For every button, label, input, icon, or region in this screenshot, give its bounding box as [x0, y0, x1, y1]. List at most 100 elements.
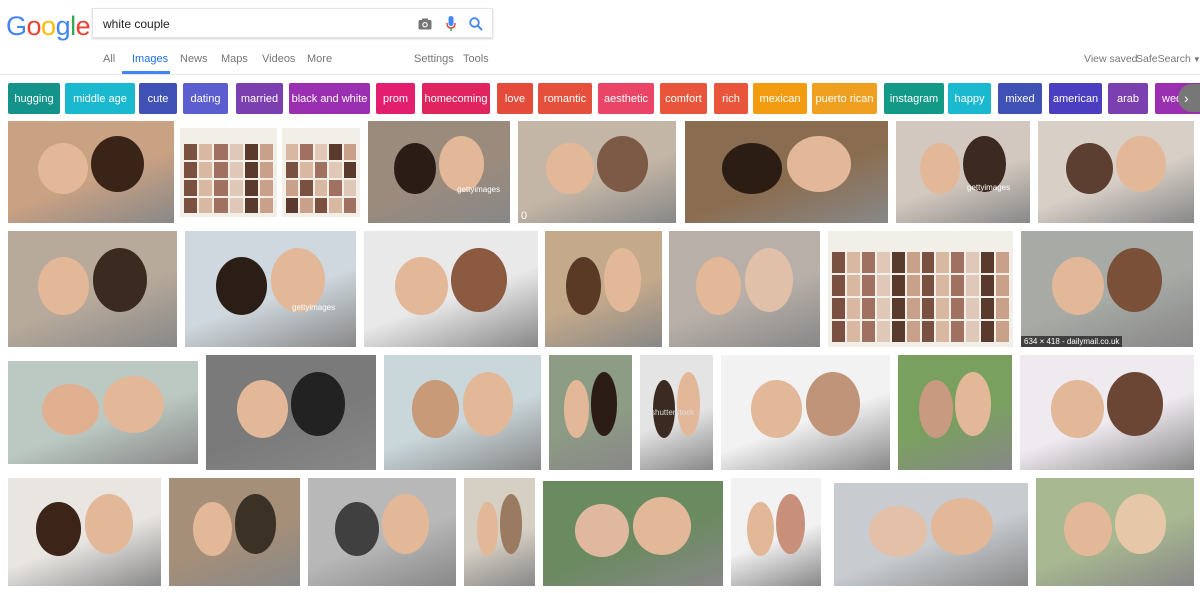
watermark: shutterstock: [651, 408, 695, 417]
screenshot-thumbnail-grid: [184, 144, 273, 214]
image-result[interactable]: [543, 481, 723, 586]
person-figure: [1116, 136, 1166, 193]
image-result[interactable]: [8, 231, 177, 347]
person-figure: [412, 380, 460, 438]
image-index-label: 0: [521, 210, 528, 222]
person-figure: [462, 372, 513, 436]
person-figure: [744, 248, 793, 313]
person-figure: [92, 248, 147, 313]
chip-married[interactable]: married: [236, 83, 283, 114]
google-logo[interactable]: Google: [6, 11, 91, 42]
image-result[interactable]: [834, 483, 1028, 586]
image-result[interactable]: [828, 231, 1013, 347]
image-result[interactable]: shutterstock: [640, 355, 713, 470]
chip-mixed[interactable]: mixed: [998, 83, 1042, 114]
image-result[interactable]: 0: [518, 121, 676, 223]
image-result[interactable]: [8, 478, 161, 586]
person-figure: [499, 494, 523, 554]
image-result[interactable]: [685, 121, 888, 223]
tab-all[interactable]: All: [103, 53, 115, 65]
chip-homecoming[interactable]: homecoming: [422, 83, 490, 114]
person-figure: [42, 383, 100, 436]
chip-happy[interactable]: happy: [948, 83, 991, 114]
microphone-icon[interactable]: [443, 15, 459, 32]
chip-aesthetic[interactable]: aesthetic: [598, 83, 654, 114]
image-result[interactable]: [206, 355, 376, 470]
image-result[interactable]: gettyimages: [185, 231, 356, 347]
image-result[interactable]: [464, 478, 535, 586]
image-result[interactable]: [384, 355, 541, 470]
image-result[interactable]: [8, 361, 198, 464]
person-figure: [633, 496, 691, 555]
person-figure: [563, 380, 589, 438]
safesearch-menu[interactable]: SafeSearch ▼: [1136, 53, 1200, 65]
image-result[interactable]: [721, 355, 890, 470]
chip-romantic[interactable]: romantic: [538, 83, 592, 114]
person-figure: [1107, 248, 1163, 313]
image-result[interactable]: [169, 478, 300, 586]
person-figure: [103, 376, 164, 434]
image-result[interactable]: [364, 231, 538, 347]
person-figure: [786, 136, 852, 193]
person-figure: [566, 256, 602, 315]
person-figure: [476, 501, 499, 556]
chip-prom[interactable]: prom: [376, 83, 415, 114]
person-figure: [868, 505, 928, 558]
search-input[interactable]: [103, 14, 403, 34]
person-figure: [291, 372, 346, 436]
chip-rich[interactable]: rich: [714, 83, 748, 114]
image-result[interactable]: [180, 128, 277, 217]
chip-arab[interactable]: arab: [1108, 83, 1148, 114]
image-result[interactable]: [282, 128, 360, 217]
chip-puerto-rican[interactable]: puerto rican: [812, 83, 877, 114]
search-icon[interactable]: [468, 15, 484, 32]
chip-hugging[interactable]: hugging: [8, 83, 60, 114]
person-figure: [236, 380, 288, 438]
image-result[interactable]: [1038, 121, 1194, 223]
safesearch-label: SafeSearch: [1136, 53, 1191, 65]
chips-next-button[interactable]: ›: [1178, 84, 1200, 112]
tab-videos[interactable]: Videos: [262, 53, 295, 65]
person-figure: [931, 498, 994, 556]
chip-black-and-white[interactable]: black and white: [289, 83, 370, 114]
image-result[interactable]: [8, 121, 174, 223]
tab-images[interactable]: Images: [132, 53, 168, 65]
tab-tools[interactable]: Tools: [463, 53, 489, 65]
person-figure: [35, 501, 82, 556]
chip-cute[interactable]: cute: [139, 83, 177, 114]
image-result[interactable]: gettyimages: [896, 121, 1030, 223]
related-searches-chips: hugging middle age cute dating married black …: [8, 83, 1200, 114]
chip-american[interactable]: american: [1049, 83, 1102, 114]
image-source-caption: 634 × 418 - dailymail.co.uk: [1021, 336, 1123, 347]
chip-instagram[interactable]: instagram: [884, 83, 944, 114]
chip-dating[interactable]: dating: [183, 83, 228, 114]
tab-maps[interactable]: Maps: [221, 53, 248, 65]
chip-love[interactable]: love: [497, 83, 533, 114]
image-result[interactable]: [308, 478, 456, 586]
image-result[interactable]: [1036, 478, 1194, 586]
person-figure: [751, 380, 803, 438]
tab-settings[interactable]: Settings: [414, 53, 454, 65]
tab-news[interactable]: News: [180, 53, 208, 65]
chip-comfort[interactable]: comfort: [660, 83, 707, 114]
person-figure: [575, 504, 630, 557]
image-result[interactable]: [731, 478, 821, 586]
image-result[interactable]: [669, 231, 820, 347]
tab-more[interactable]: More: [307, 53, 332, 65]
chip-middle-age[interactable]: middle age: [65, 83, 135, 114]
image-result[interactable]: [549, 355, 632, 470]
person-figure: [192, 501, 232, 556]
person-figure: [776, 494, 805, 554]
person-figure: [84, 494, 134, 554]
view-saved-link[interactable]: View saved: [1084, 53, 1138, 65]
image-result[interactable]: [1020, 355, 1194, 470]
camera-icon[interactable]: [417, 15, 433, 32]
image-result[interactable]: 634 × 418 - dailymail.co.uk: [1021, 231, 1193, 347]
image-result[interactable]: [898, 355, 1012, 470]
person-figure: [91, 136, 145, 193]
search-box[interactable]: [92, 8, 493, 38]
chip-mexican[interactable]: mexican: [753, 83, 807, 114]
image-result[interactable]: gettyimages: [368, 121, 510, 223]
person-figure: [215, 256, 268, 315]
image-result[interactable]: [545, 231, 662, 347]
